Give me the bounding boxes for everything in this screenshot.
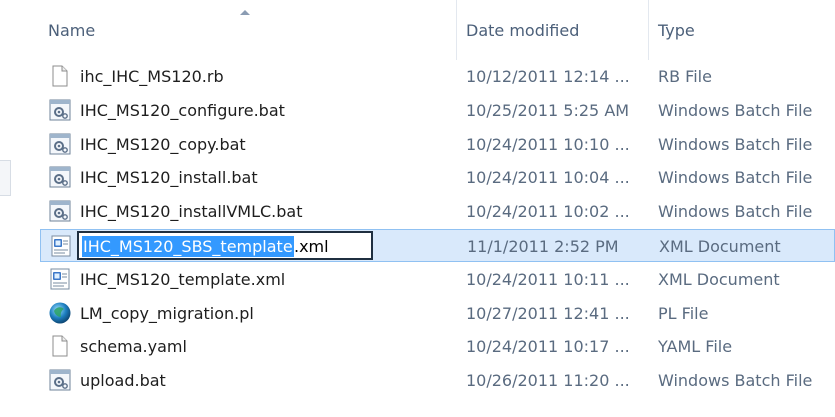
pane-splitter[interactable] [0, 160, 11, 196]
file-type: XML Document [658, 269, 780, 289]
column-divider[interactable] [456, 0, 457, 60]
file-name[interactable]: IHC_MS120_installVMLC.bat [80, 195, 302, 228]
file-date-modified: 10/27/2011 12:41 ... [466, 303, 630, 323]
file-type: Windows Batch File [658, 202, 813, 222]
file-row[interactable]: LM_copy_migration.pl 10/27/2011 12:41 ...… [40, 297, 835, 330]
file-name[interactable]: IHC_MS120_configure.bat [80, 94, 285, 127]
file-date-modified: 10/26/2011 11:20 ... [466, 371, 630, 391]
batch-file-icon [48, 98, 72, 122]
file-row[interactable]: schema.yaml 10/24/2011 10:17 ... YAML File [40, 330, 835, 363]
file-date-modified: 10/24/2011 10:17 ... [466, 337, 630, 357]
xml-file-icon [49, 234, 73, 258]
file-type: Windows Batch File [658, 371, 813, 391]
file-name[interactable]: ihc_IHC_MS120.rb [80, 60, 224, 93]
file-date-modified: 10/12/2011 12:14 ... [466, 67, 630, 86]
file-type: XML Document [659, 237, 781, 256]
batch-file-icon [48, 368, 72, 392]
column-header-type[interactable]: Type [658, 0, 828, 58]
file-date-modified: 11/1/2011 2:52 PM [467, 237, 619, 256]
rename-selected-text: IHC_MS120_SBS_template [82, 236, 294, 257]
column-header-date-modified[interactable]: Date modified [466, 0, 636, 58]
file-name[interactable]: schema.yaml [80, 330, 187, 363]
file-type: Windows Batch File [658, 100, 813, 120]
rename-input[interactable]: IHC_MS120_SBS_template .xml [77, 231, 373, 260]
file-date-modified: 10/24/2011 10:11 ... [466, 269, 630, 289]
file-row[interactable]: ihc_IHC_MS120.rb 10/12/2011 12:14 ... RB F… [40, 60, 835, 93]
batch-file-icon [48, 199, 72, 223]
column-divider[interactable] [648, 0, 649, 60]
perl-file-icon [48, 301, 72, 325]
file-type: Windows Batch File [658, 134, 813, 154]
file-name[interactable]: LM_copy_migration.pl [80, 297, 254, 330]
file-row[interactable]: IHC_MS120_installVMLC.bat 10/24/2011 10:0… [40, 195, 835, 228]
blank-file-icon [48, 64, 72, 88]
file-type: PL File [658, 303, 709, 323]
batch-file-icon [48, 132, 72, 156]
file-row[interactable]: upload.bat 10/26/2011 11:20 ... Windows Ba… [40, 364, 835, 397]
file-name[interactable]: IHC_MS120_install.bat [80, 161, 258, 194]
file-row[interactable]: IHC_MS120_configure.bat 10/25/2011 5:25 A… [40, 94, 835, 127]
rename-extension-text: .xml [294, 237, 329, 256]
file-type: YAML File [658, 337, 733, 357]
file-date-modified: 10/25/2011 5:25 AM [466, 100, 630, 120]
batch-file-icon [48, 165, 72, 189]
navigation-pane-edge[interactable] [0, 0, 12, 417]
file-row[interactable]: IHC_MS120_copy.bat 10/24/2011 10:10 ... Wi… [40, 128, 835, 161]
column-header-bar: Name Date modified Type [0, 0, 835, 60]
file-date-modified: 10/24/2011 10:02 ... [466, 202, 630, 222]
file-name[interactable]: IHC_MS120_template.xml [80, 263, 285, 296]
xml-file-icon [48, 267, 72, 291]
file-row-selected[interactable]: IHC_MS120_SBS_template .xml 11/1/2011 2:52… [40, 229, 835, 262]
file-date-modified: 10/24/2011 10:10 ... [466, 134, 630, 154]
blank-file-icon [48, 334, 72, 358]
file-row[interactable]: IHC_MS120_template.xml 10/24/2011 10:11 .… [40, 263, 835, 296]
file-name[interactable]: upload.bat [80, 364, 166, 397]
column-header-name[interactable]: Name [48, 0, 448, 58]
file-name[interactable]: IHC_MS120_copy.bat [80, 128, 246, 161]
file-date-modified: 10/24/2011 10:04 ... [466, 168, 630, 188]
file-type: RB File [658, 67, 712, 86]
file-type: Windows Batch File [658, 168, 813, 188]
file-row[interactable]: IHC_MS120_install.bat 10/24/2011 10:04 ..… [40, 161, 835, 194]
